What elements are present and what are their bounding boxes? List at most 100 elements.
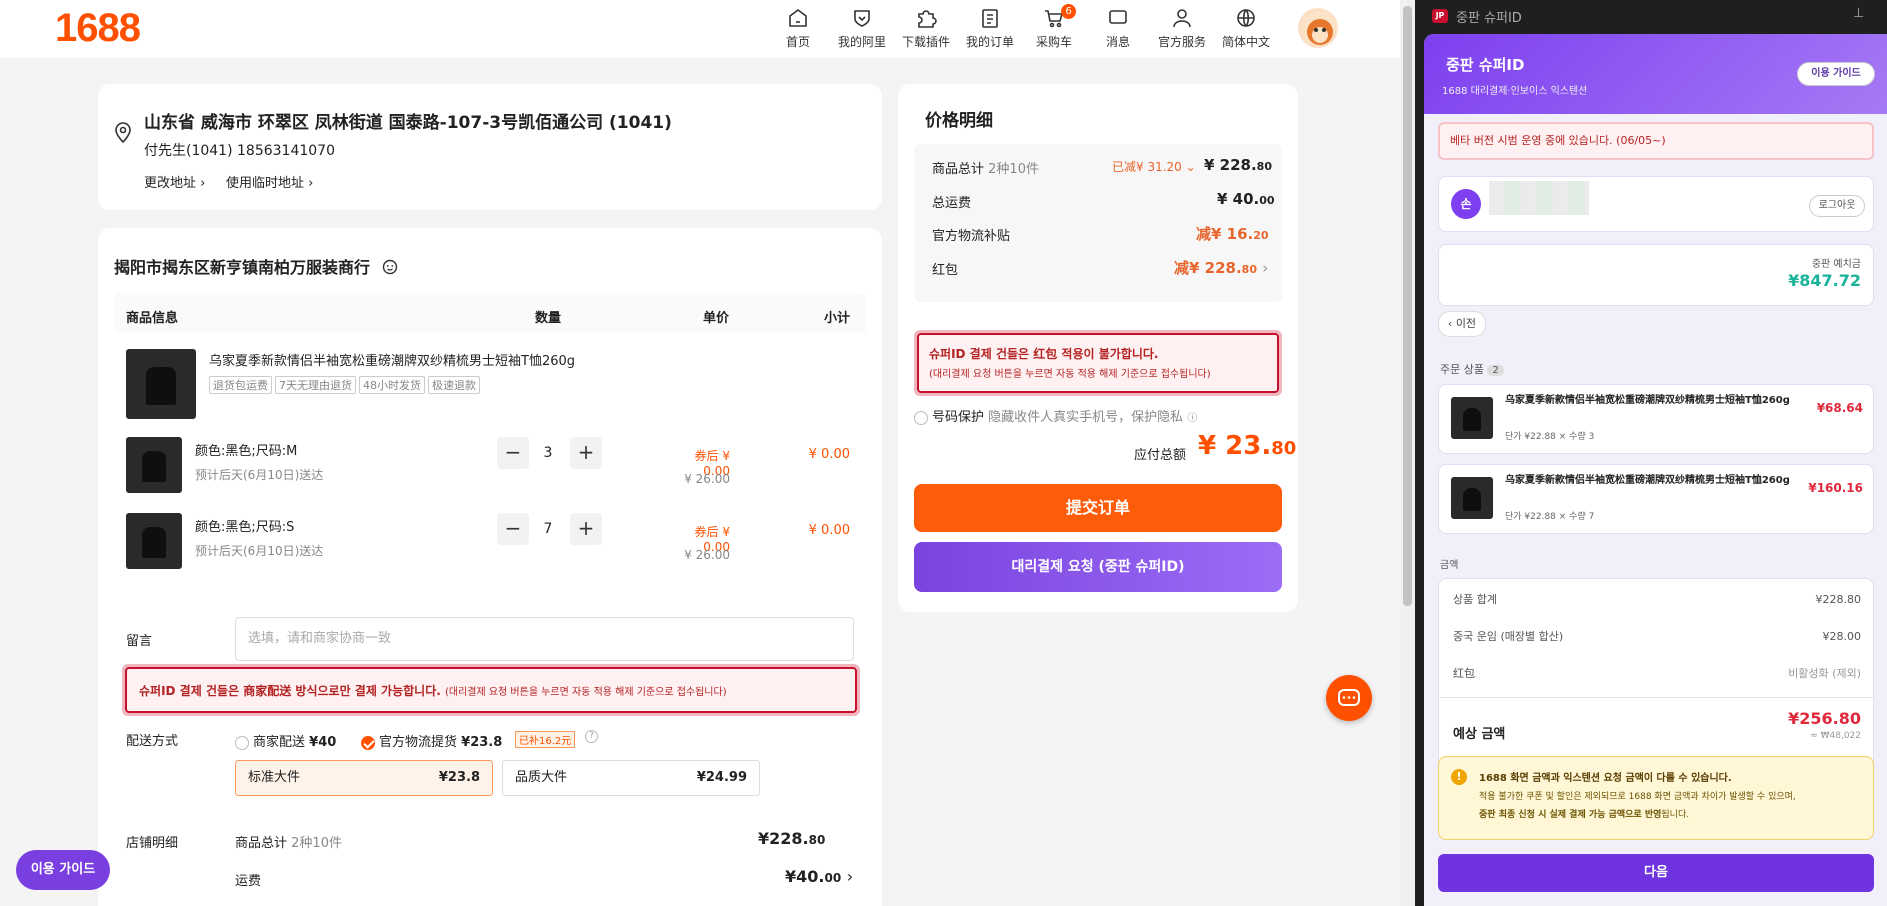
goods-count: 2种10件 [291, 836, 342, 851]
goods-total-text: 商品总计 [235, 836, 288, 851]
col-header-qty: 数量 [535, 311, 562, 326]
memo-input[interactable]: 选填，请和商家协商一致 [235, 617, 854, 661]
nav-messages[interactable]: 消息 [1083, 6, 1153, 50]
logout-button[interactable]: 로그아웃 [1809, 195, 1865, 217]
goods-total-row: 商品总计 2种10件 [932, 158, 1039, 177]
shipping-option-price: ¥23.8 [461, 735, 503, 750]
redpack-amount[interactable]: 减¥ 228.80 › [1174, 257, 1268, 278]
extension-logo-icon: JP [1432, 9, 1448, 23]
product-title[interactable]: 乌家夏季新款情侣半袖宽松重磅潮牌双纱精梳男士短袖T恤260g [209, 350, 575, 369]
redpack-label: 红包 [932, 263, 959, 278]
proxy-payment-button[interactable]: 대리결제 요청 (중판 슈퍼ID) [914, 542, 1282, 592]
nav-cart[interactable]: 6 采购车 [1019, 4, 1089, 50]
chevron-right-icon: › [846, 867, 854, 886]
shipping-option-merchant[interactable]: 商家配送 ¥40 [235, 731, 336, 750]
deposit-label: 중판 예치금 [1811, 259, 1861, 270]
logo[interactable]: 1688 [55, 6, 141, 51]
sku-unit-price: ¥ 26.00 [684, 548, 730, 562]
guide-button[interactable]: 이용 가이드 [1797, 62, 1875, 86]
usage-guide-button[interactable]: 이용 가이드 [16, 850, 110, 890]
amount-int: ¥228. [758, 829, 809, 848]
radio-checked[interactable] [361, 735, 375, 750]
merchant-delivery-alert: 슈퍼ID 결제 건들은 商家配送 방식으로만 결제 가능합니다. (대리결제 요… [122, 664, 860, 716]
subsidy-badge: 已补16.2元 [515, 731, 576, 748]
help-icon[interactable]: ? [585, 730, 598, 743]
item-price: ¥68.64 [1816, 401, 1863, 415]
amount-row: 红包 비활성화 (제외) [1453, 663, 1861, 683]
chat-fab-button[interactable] [1326, 675, 1372, 721]
warning-footer: 중판 최종 신청 시 실제 결제 가능 금액으로 반영됩니다. [1479, 807, 1689, 820]
pin-icon[interactable]: ⊥ [1853, 6, 1864, 21]
freight-amount[interactable]: ¥40.00 › [785, 867, 853, 886]
radio-unchecked[interactable] [235, 735, 249, 750]
avatar[interactable] [1298, 8, 1338, 48]
amount-row: 중국 운임 (매장별 합산) ¥28.00 [1453, 626, 1861, 646]
nav-download-plugin[interactable]: 下载插件 [891, 6, 961, 50]
product-tag: 退货包运费 [209, 376, 272, 394]
deposit-amount: ¥847.72 [1788, 271, 1861, 290]
amount-row: 상품 합계 ¥228.80 [1453, 589, 1861, 609]
nav-home[interactable]: 首页 [763, 6, 833, 50]
nav-my-orders[interactable]: 我的订单 [955, 6, 1025, 50]
qty-value[interactable]: 3 [538, 445, 558, 461]
back-button[interactable]: ‹ 이전 [1438, 311, 1486, 337]
option-price: ¥24.99 [696, 770, 747, 785]
nav-language[interactable]: 简体中文 [1211, 6, 1281, 50]
nav-label: 采购车 [1035, 35, 1072, 49]
chevron-right-icon: › [1262, 259, 1269, 277]
amount-int: ¥ 40. [1217, 190, 1260, 208]
scrollbar-thumb[interactable] [1403, 6, 1412, 606]
radio-unchecked[interactable] [914, 410, 928, 425]
quality-large-option[interactable]: 品质大件 ¥24.99 [502, 760, 760, 796]
shipping-option-official[interactable]: 官方物流提货 ¥23.8 [361, 731, 502, 750]
chevron-right-icon: › [200, 176, 206, 191]
address-contact: 付先生(1041) 18563141070 [144, 143, 335, 159]
clipboard-icon [982, 9, 998, 28]
product-tag: 7天无理由退货 [275, 376, 356, 394]
warning-end: 됩니다. [1661, 810, 1690, 820]
product-thumbnail[interactable] [126, 349, 196, 419]
deposit-card: 중판 예치금 ¥847.72 [1438, 244, 1874, 306]
freight-label: 总运费 [932, 196, 972, 211]
number-protection[interactable]: 号码保护 隐藏收件人真实手机号，保护隐私 ⓘ [914, 406, 1197, 425]
qty-plus-button[interactable]: + [570, 437, 602, 469]
shop-detail-label: 店铺明细 [126, 836, 179, 851]
chevron-down-icon: ⌄ [1185, 160, 1196, 174]
nav-official-service[interactable]: 官方服务 [1147, 6, 1217, 50]
address-line: 山东省 威海市 环翠区 凤林街道 国泰路-107-3号凯佰通公司 (1041) [144, 113, 672, 133]
product-tags: 退货包运费 7天无理由退货 48小时发货 极速退款 [209, 376, 483, 394]
help-icon[interactable]: ⓘ [1187, 413, 1197, 424]
item-thumbnail [1451, 397, 1493, 439]
home-icon [789, 9, 807, 27]
subsidy-label: 官方物流补贴 [932, 229, 1011, 244]
temp-address-link[interactable]: 使用临时地址 › [226, 172, 313, 191]
goods-count: 2种10件 [988, 162, 1039, 177]
memo-label: 留言 [126, 634, 153, 649]
order-items-label: 주문 상품 2 [1440, 361, 1504, 377]
change-address-link[interactable]: 更改地址 › [144, 172, 205, 191]
amount-int: ¥ 228. [1204, 156, 1257, 174]
standard-large-option[interactable]: 标准大件 ¥23.8 [235, 760, 493, 796]
smile-chat-icon[interactable] [382, 259, 398, 275]
protect-label: 号码保护 [932, 410, 985, 425]
cart-count-badge: 6 [1061, 4, 1076, 19]
submit-order-button[interactable]: 提交订单 [914, 484, 1282, 532]
shop-name[interactable]: 揭阳市揭东区新亨镇南柏万服装商行 [114, 254, 398, 278]
nav-my-ali[interactable]: 我的阿里 [827, 6, 897, 50]
discount-toggle[interactable]: 已减¥ 31.20 ⌄ [1112, 158, 1196, 175]
nav-label: 下载插件 [901, 35, 950, 49]
qty-minus-button[interactable]: − [497, 437, 529, 469]
qty-minus-button[interactable]: − [497, 513, 529, 545]
qty-value[interactable]: 7 [538, 521, 558, 537]
col-header-subtotal: 小计 [824, 311, 851, 326]
next-button[interactable]: 다음 [1438, 854, 1874, 892]
freight-amount: ¥ 40.00 [1217, 190, 1275, 208]
qty-plus-button[interactable]: + [570, 513, 602, 545]
sku-thumbnail[interactable] [126, 513, 182, 569]
item-meta: 단가 ¥22.88 × 수량 3 [1505, 432, 1595, 442]
sku-thumbnail[interactable] [126, 437, 182, 493]
sku-eta: 预计后天(6月10日)送达 [195, 544, 324, 558]
row-key: 상품 합계 [1453, 593, 1497, 606]
amount-int: ¥40. [785, 867, 825, 886]
nav-label: 首页 [785, 35, 810, 49]
